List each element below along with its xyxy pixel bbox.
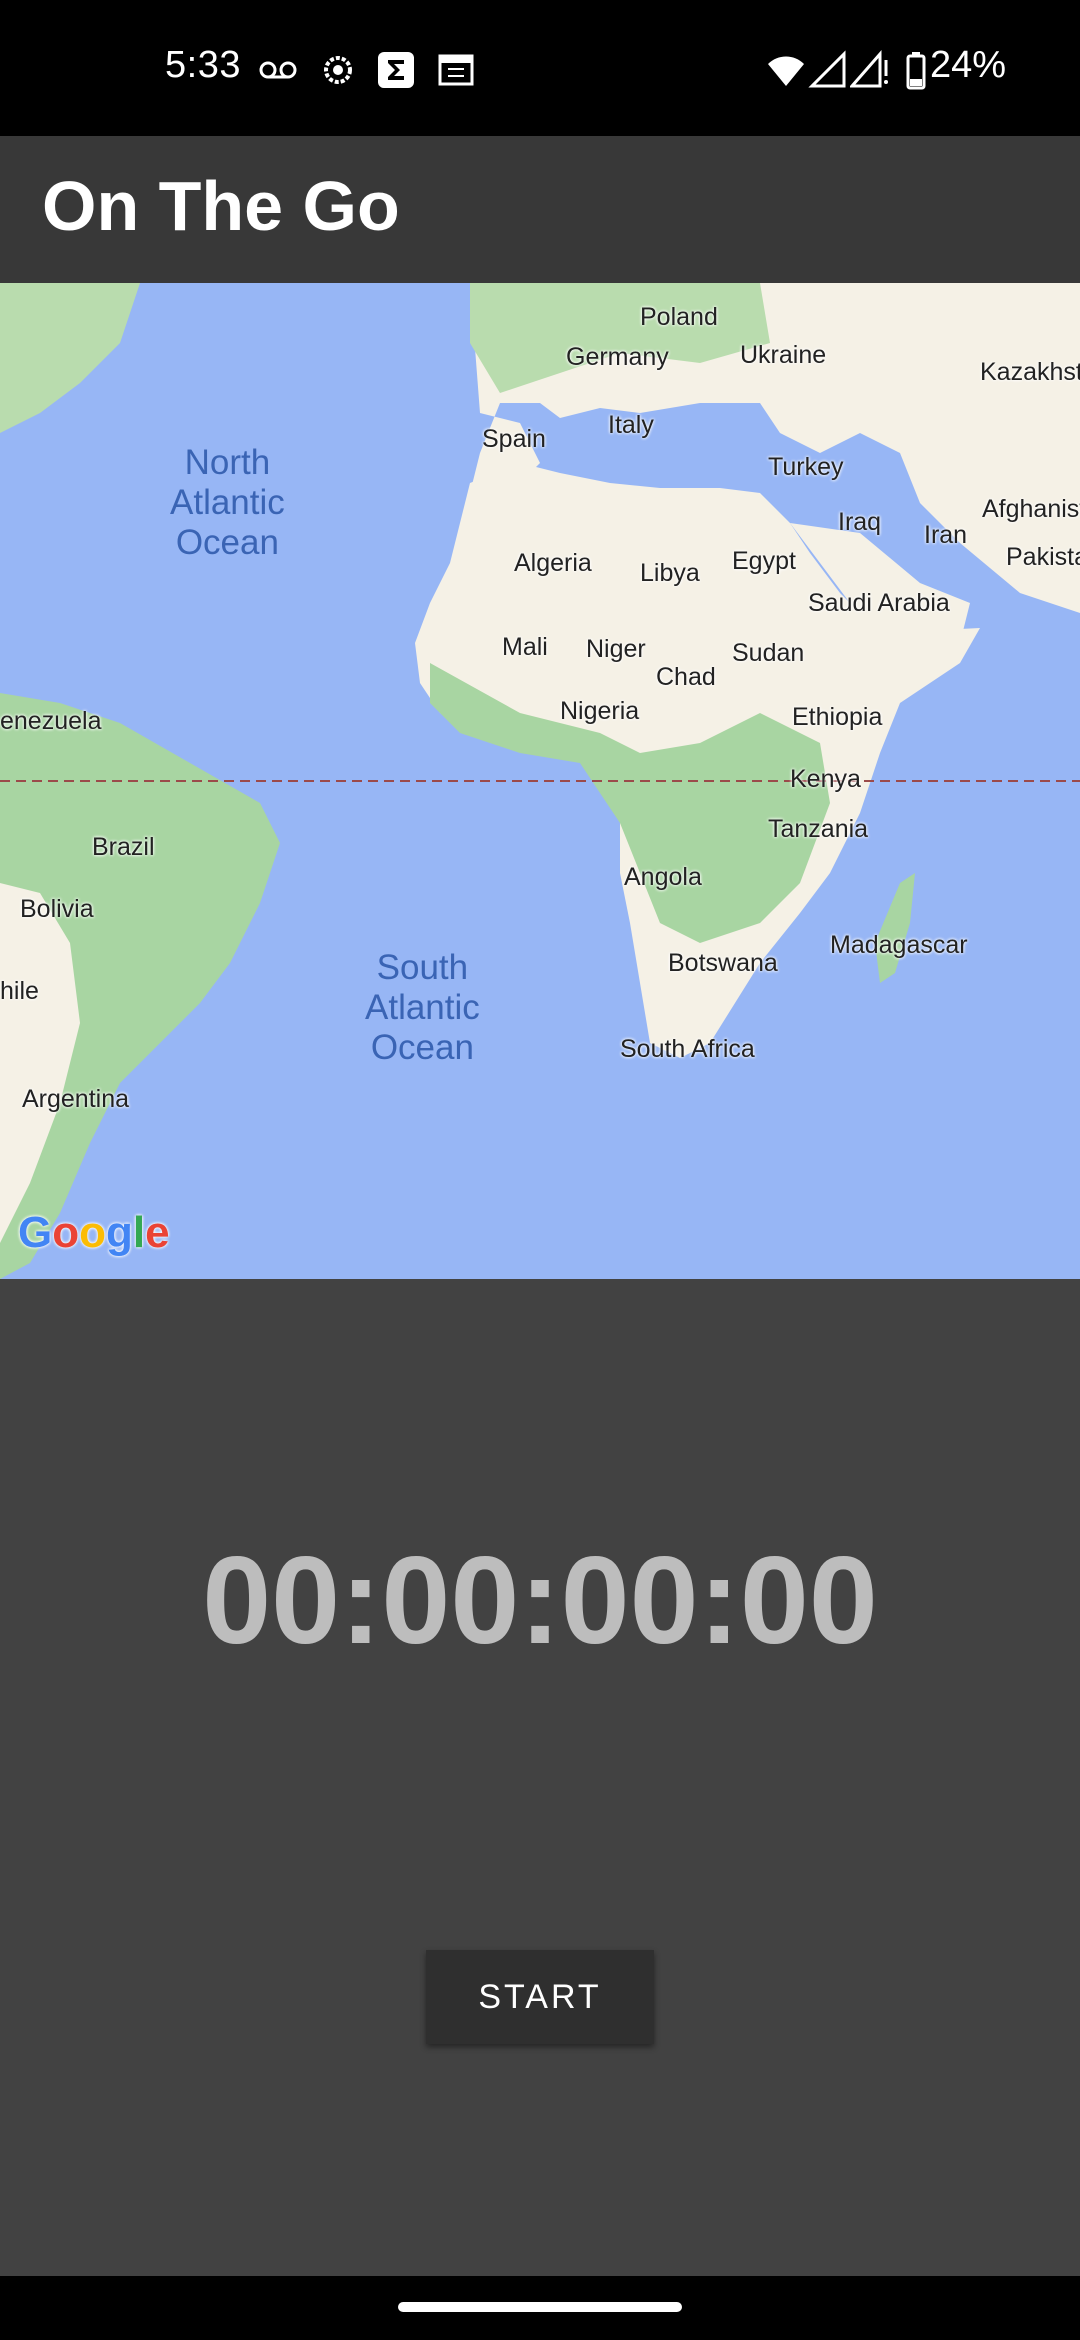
home-gesture-handle[interactable]	[398, 2302, 682, 2312]
map-label: Bolivia	[20, 895, 94, 923]
map-label: Madagascar	[830, 931, 968, 959]
map-label: South Africa	[620, 1035, 755, 1063]
map-label: Niger	[586, 635, 646, 663]
calendar-icon	[438, 54, 474, 86]
map-label: hile	[0, 977, 39, 1005]
map-label: Botswana	[668, 949, 778, 977]
map-label: Spain	[482, 425, 546, 453]
map-label: Egypt	[732, 547, 796, 575]
map-label: Mali	[502, 633, 548, 661]
map-label: Nigeria	[560, 697, 640, 725]
map-label: Brazil	[92, 833, 155, 861]
map-label: Tanzania	[768, 815, 869, 843]
map-label: Iran	[924, 521, 968, 549]
map-label: Poland	[640, 303, 718, 331]
map-label: Saudi Arabia	[808, 589, 950, 617]
map-label: Kazakhsta	[980, 358, 1080, 386]
map-label: Italy	[608, 411, 654, 439]
map-label: Ethiopia	[792, 703, 883, 731]
signal-alert-icon	[850, 50, 888, 88]
map-view[interactable]: North Atlantic Ocean South Atlantic Ocean Po…	[0, 283, 1080, 1279]
stopwatch-display: 00:00:00:00	[202, 1532, 878, 1670]
sigma-icon	[378, 52, 414, 88]
map-label: Ukraine	[740, 341, 827, 369]
map-label: Kenya	[790, 765, 861, 793]
map-label: Libya	[640, 559, 700, 587]
status-bar: 5:33 24%	[0, 0, 1080, 136]
status-time: 5:33	[165, 44, 241, 86]
map-label: Afghanist	[982, 495, 1080, 523]
settings-icon	[324, 56, 352, 84]
signal-icon	[808, 50, 846, 88]
start-button[interactable]: START	[426, 1950, 654, 2044]
wifi-icon	[768, 56, 804, 86]
map-label: enezuela	[0, 707, 102, 735]
google-logo: Google	[18, 1208, 170, 1257]
map-label: Germany	[566, 343, 669, 371]
voicemail-icon	[259, 61, 297, 79]
battery-percentage: 24%	[930, 44, 1007, 86]
ocean-label-south-atlantic: South Atlantic Ocean	[365, 948, 480, 1067]
map-label: Sudan	[732, 639, 805, 667]
map-label: Argentina	[22, 1085, 130, 1113]
map-label: Algeria	[514, 549, 592, 577]
navigation-bar	[0, 2276, 1080, 2340]
map-label: Angola	[624, 863, 702, 891]
map-label: Pakista	[1006, 543, 1080, 571]
map-label: Chad	[656, 663, 716, 691]
ocean-label-north-atlantic: North Atlantic Ocean	[170, 443, 285, 562]
map-label: Iraq	[838, 508, 882, 536]
app-title: On The Go	[42, 167, 400, 245]
app-bar: On The Go	[0, 136, 1080, 283]
map-label: Turkey	[768, 453, 844, 481]
